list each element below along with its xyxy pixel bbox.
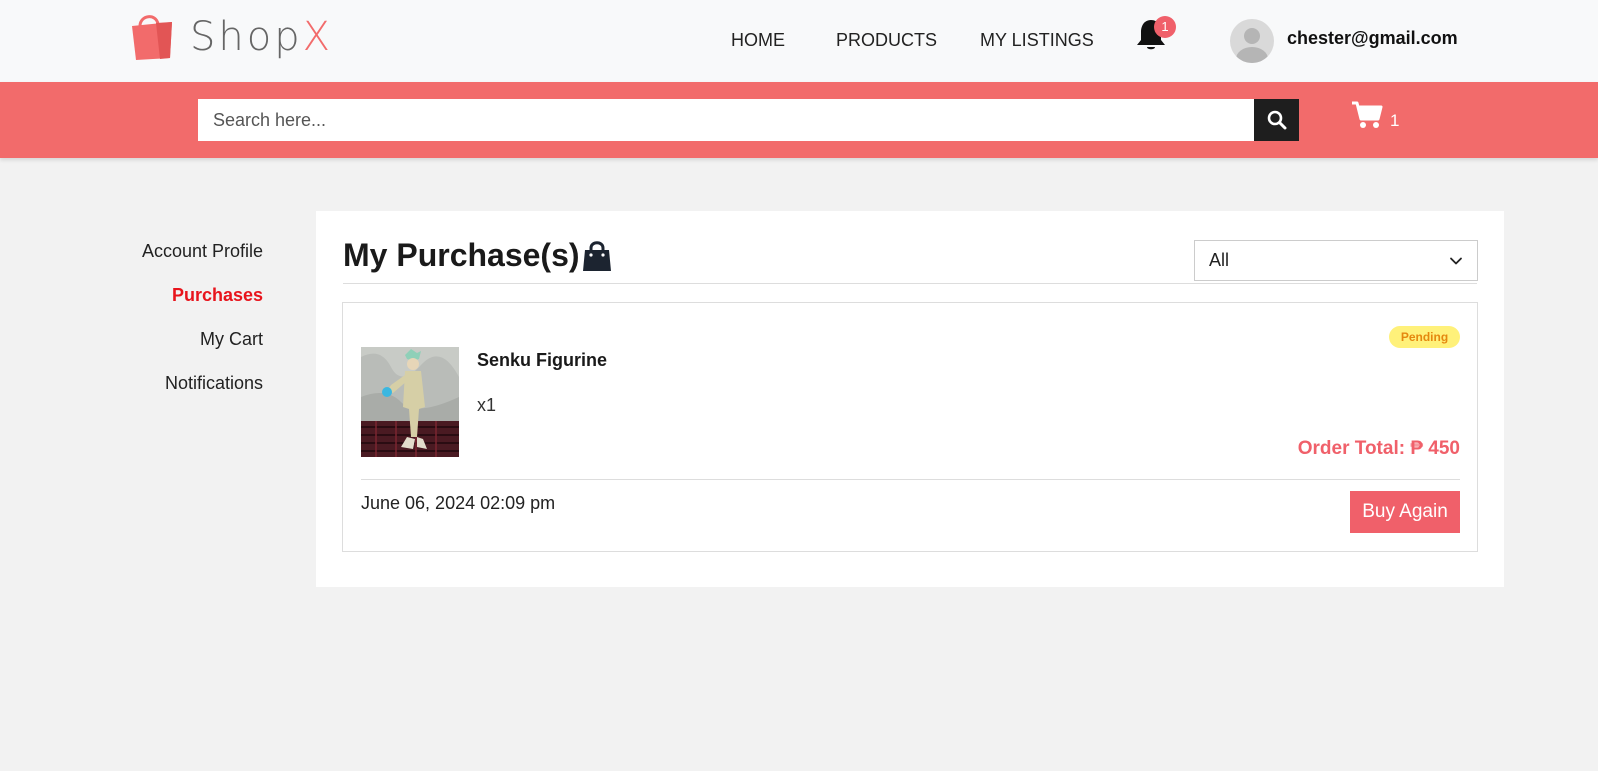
avatar[interactable] [1230, 19, 1274, 63]
user-email[interactable]: chester@gmail.com [1287, 28, 1458, 49]
shopping-bag-icon [132, 15, 172, 60]
logo-text: ShopX [190, 14, 333, 60]
figurine-image [361, 347, 459, 457]
search-button[interactable] [1254, 99, 1299, 141]
nav-products-link[interactable]: PRODUCTS [836, 30, 937, 51]
notification-count-badge: 1 [1154, 16, 1176, 38]
buy-again-button[interactable]: Buy Again [1350, 491, 1460, 533]
nav-my-listings-link[interactable]: MY LISTINGS [980, 30, 1094, 51]
order-card-divider [361, 479, 1460, 480]
user-avatar-icon [1236, 28, 1268, 63]
product-thumbnail[interactable] [361, 347, 459, 457]
search-icon [1267, 110, 1286, 130]
status-badge: Pending [1389, 326, 1460, 348]
search-input[interactable] [198, 99, 1254, 141]
order-card [342, 302, 1478, 552]
status-filter-value: All [1209, 250, 1230, 270]
nav-home-link[interactable]: HOME [731, 30, 785, 51]
sidebar-item-notifications[interactable]: Notifications [165, 373, 263, 394]
logo-text-main: Shop [190, 14, 303, 60]
logo-text-accent: X [302, 14, 334, 60]
order-total: Order Total: ₱ 450 [1297, 438, 1460, 459]
sidebar-item-purchases[interactable]: Purchases [172, 285, 263, 306]
top-navbar: ShopX HOME PRODUCTS MY LISTINGS 1 cheste… [0, 0, 1598, 82]
order-date: June 06, 2024 02:09 pm [361, 493, 556, 513]
product-quantity: x1 [477, 395, 497, 415]
product-name[interactable]: Senku Figurine [477, 350, 607, 371]
cart-icon[interactable] [1351, 100, 1383, 130]
search-bar: 1 [0, 82, 1598, 158]
shopping-bag-icon [583, 241, 611, 271]
cart-count: 1 [1390, 111, 1400, 130]
status-filter-select[interactable]: All [1194, 240, 1478, 281]
sidebar-item-my-cart[interactable]: My Cart [200, 329, 263, 350]
title-divider [343, 283, 1477, 284]
page-title: My Purchase(s) [343, 237, 580, 273]
sidebar-item-account-profile[interactable]: Account Profile [142, 241, 263, 262]
chevron-down-icon [1450, 257, 1462, 265]
shopx-logo[interactable]: ShopX [126, 12, 333, 62]
